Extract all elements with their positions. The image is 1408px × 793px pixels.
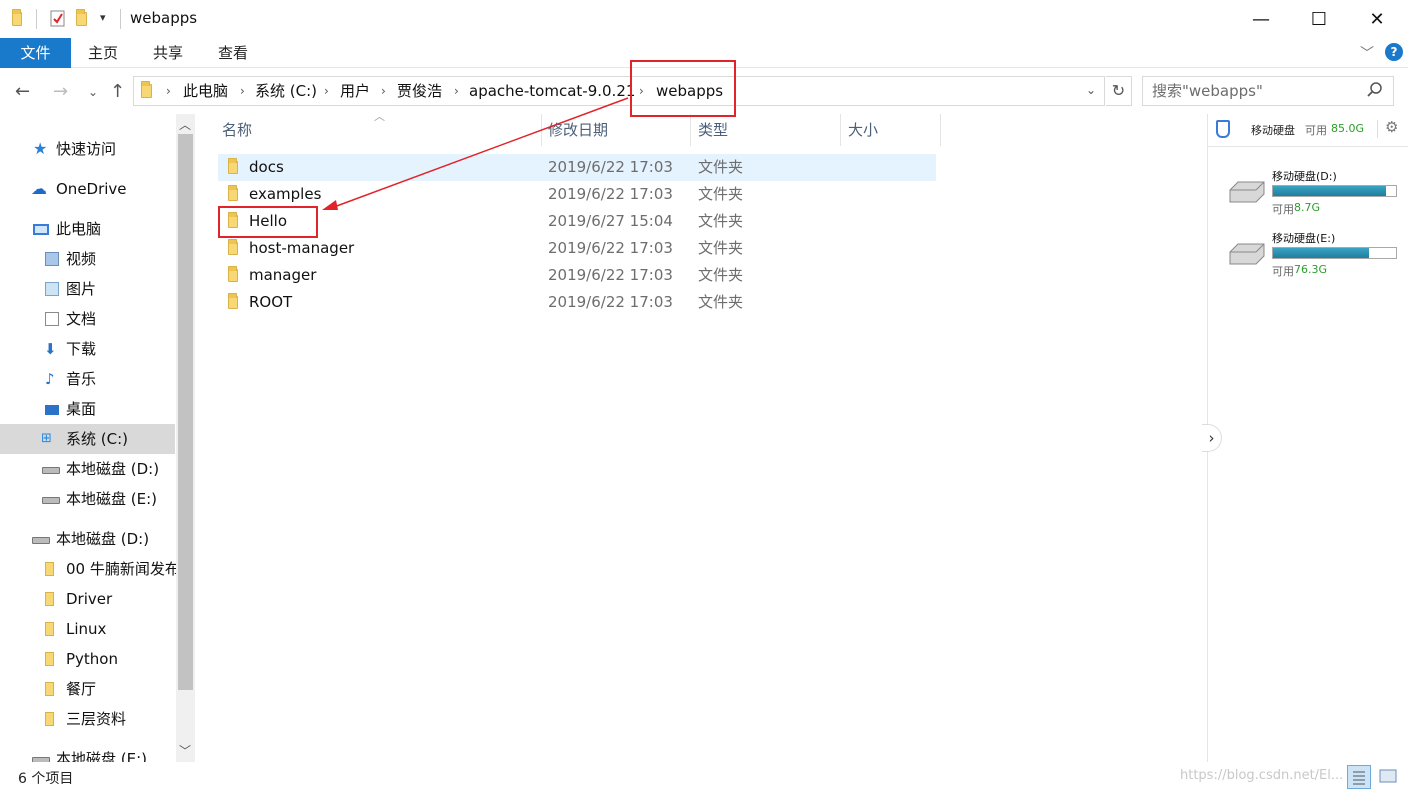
drive-item-e[interactable]: 移动硬盘(E:) 可用 76.3G (1228, 230, 1403, 280)
hard-drive-icon (1229, 181, 1265, 203)
status-bar: 6 个项目 https://blog.csdn.net/El... (0, 762, 1408, 793)
panel-header-free-label: 可用 (1305, 124, 1327, 137)
panel-header-free-value: 85.0G (1331, 122, 1365, 135)
hard-drive-icon (1229, 243, 1265, 265)
panel-collapse-chevron-icon[interactable]: › (1202, 424, 1222, 452)
drive-usage-bar (1272, 247, 1397, 259)
annotation-arrow (322, 97, 629, 210)
panel-header-label: 移动硬盘 (1251, 124, 1295, 137)
gear-icon[interactable]: ⚙ (1385, 118, 1398, 136)
drive-item-d[interactable]: 移动硬盘(D:) 可用 8.7G (1228, 168, 1403, 218)
item-count: 6 个项目 (18, 771, 74, 787)
large-icons-view-icon[interactable] (1377, 765, 1401, 789)
details-view-icon[interactable] (1347, 765, 1371, 789)
drive-panel: 移动硬盘 可用 85.0G ⚙ 移动硬盘(D:) 可用 8.7G 移动硬盘(E:… (1202, 114, 1408, 762)
drive-usage-fill (1273, 248, 1369, 258)
shield-icon (1216, 120, 1230, 138)
drive-usage-fill (1273, 186, 1387, 196)
watermark: https://blog.csdn.net/El... (1180, 768, 1344, 783)
drive-usage-bar (1272, 185, 1397, 197)
